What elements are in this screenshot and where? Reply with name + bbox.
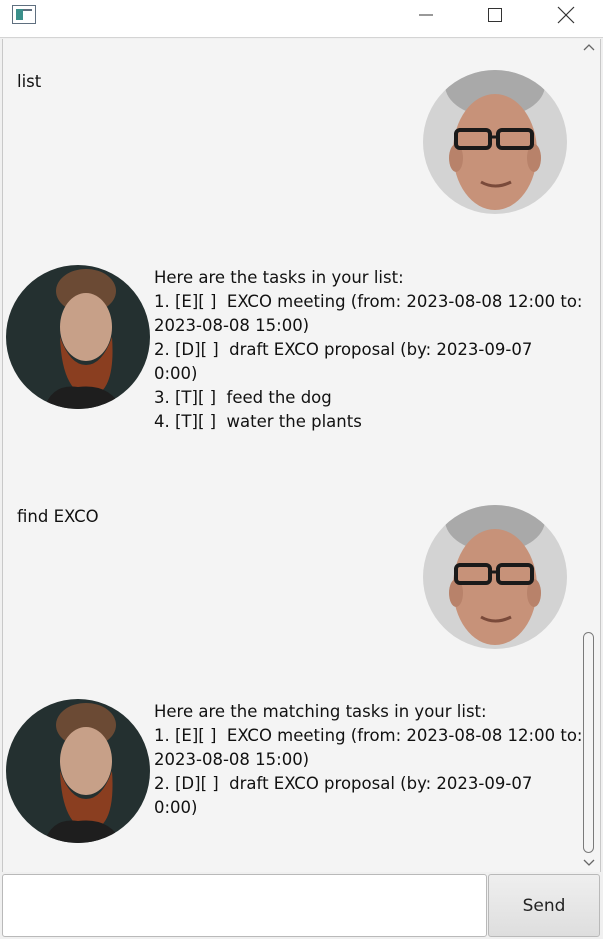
scrollbar-thumb[interactable] — [583, 632, 594, 853]
scroll-down-icon[interactable] — [583, 859, 595, 867]
user-avatar — [423, 505, 567, 649]
user-input-field[interactable] — [2, 874, 487, 937]
scroll-up-icon[interactable] — [583, 43, 595, 51]
maximize-icon — [488, 8, 502, 22]
user-dialog: list — [3, 39, 600, 229]
title-bar — [0, 0, 603, 38]
maximize-button[interactable] — [472, 0, 518, 30]
minimize-icon — [419, 14, 433, 16]
close-icon — [557, 6, 575, 24]
duke-dialog: Here are the matching tasks in your list… — [3, 664, 600, 872]
user-message-text: list — [17, 72, 42, 91]
duke-avatar — [6, 265, 150, 409]
vertical-scrollbar[interactable] — [579, 39, 599, 872]
user-avatar — [423, 70, 567, 214]
close-button[interactable] — [543, 0, 589, 30]
duke-message-text: Here are the matching tasks in your list… — [154, 702, 583, 817]
duke-avatar — [6, 699, 150, 843]
input-row: Send — [0, 872, 603, 939]
duke-message-text: Here are the tasks in your list: 1. [E][… — [154, 268, 583, 431]
dialog-container[interactable]: list Here are the tasks in your list: 1.… — [2, 39, 601, 872]
minimize-button[interactable] — [403, 0, 449, 30]
duke-dialog: Here are the tasks in your list: 1. [E][… — [3, 229, 600, 474]
user-message-text: find EXCO — [17, 507, 99, 526]
app-window-icon — [12, 5, 36, 24]
send-button[interactable]: Send — [488, 874, 600, 937]
user-dialog: find EXCO — [3, 474, 600, 664]
